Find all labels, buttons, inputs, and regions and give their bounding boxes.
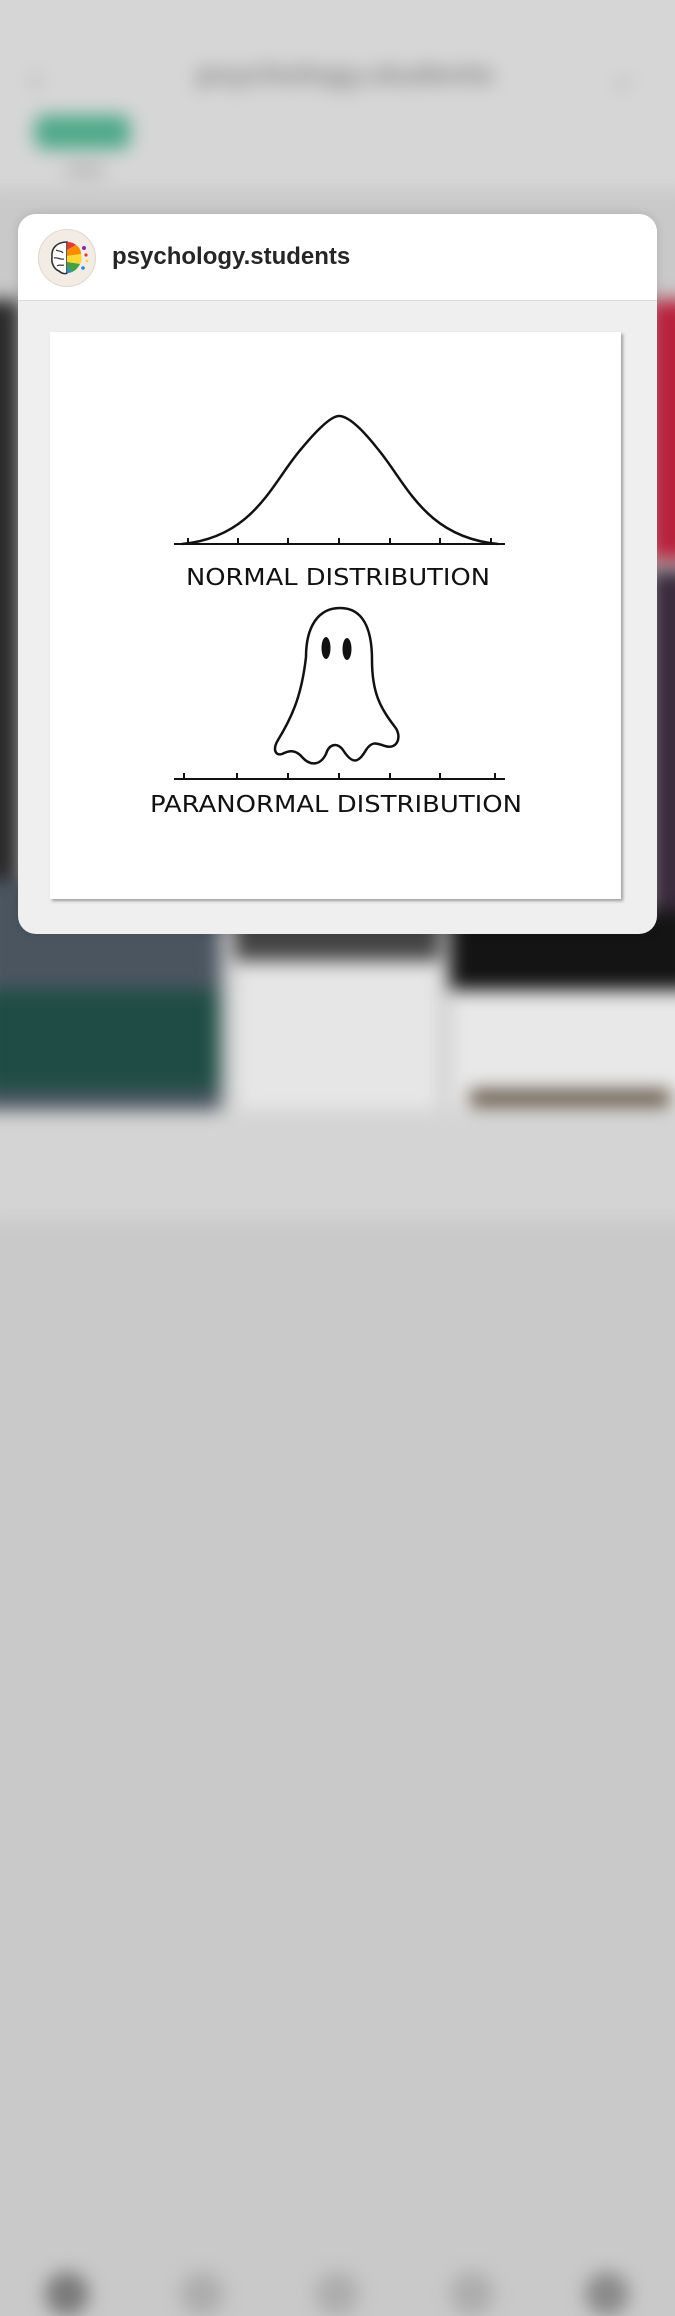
background-tile: [0, 990, 220, 1090]
username-label[interactable]: psychology.students: [112, 243, 350, 271]
post-preview-card[interactable]: psychology.students NORMAL DISTRIBUTION: [18, 214, 657, 934]
chevron-down-icon: ⌄: [610, 61, 636, 94]
background-tab-bar: [0, 1110, 675, 2316]
post-image[interactable]: NORMAL DISTRIBUTION PARANORMAL DISTRIBUT…: [50, 332, 621, 899]
post-header[interactable]: psychology.students: [18, 214, 657, 301]
background-label-placeholder: [65, 165, 105, 175]
normal-distribution-axis: [174, 538, 505, 545]
search-icon: [180, 2272, 224, 2316]
back-arrow-icon: ‹: [30, 60, 42, 98]
brain-icon[interactable]: [38, 229, 96, 287]
heart-icon: [450, 2272, 494, 2316]
background-tile: [470, 1090, 670, 1106]
add-post-icon: [315, 2272, 359, 2316]
normal-distribution-caption: NORMAL DISTRIBUTION: [186, 565, 490, 591]
background-follow-pill: [35, 115, 130, 149]
bell-curve: [181, 414, 499, 546]
background-header: ‹ psychology.students ⌄: [0, 0, 675, 190]
paranormal-distribution-axis: [174, 773, 505, 780]
profile-icon: [585, 2272, 629, 2316]
background-tile: [235, 965, 440, 1110]
ghost-icon: [273, 606, 400, 765]
background-header-title: psychology.students: [196, 58, 494, 91]
home-icon: [45, 2272, 89, 2316]
paranormal-distribution-caption: PARANORMAL DISTRIBUTION: [150, 792, 522, 818]
background-tile: [0, 300, 20, 920]
